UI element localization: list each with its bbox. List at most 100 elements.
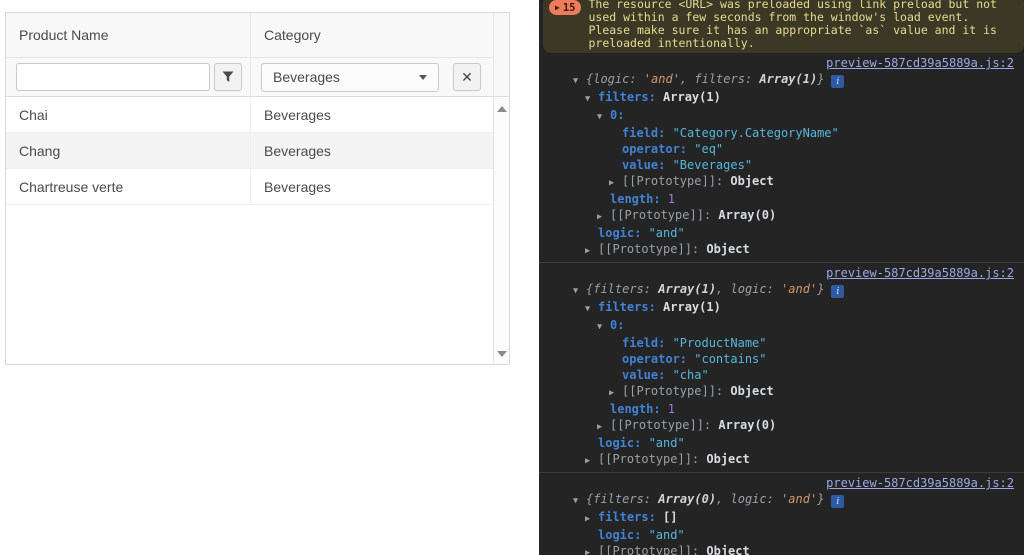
scroll-down-icon[interactable] [497, 351, 507, 357]
dropdown-caret-icon [419, 75, 427, 80]
filter-funnel-icon [222, 71, 234, 83]
expander-triangle-icon[interactable]: ▶ [585, 243, 598, 259]
console-tree-row: logic: "and" [539, 225, 1024, 241]
warning-count-badge[interactable]: ▶ 15 [549, 0, 581, 15]
product-filter-cell [6, 58, 250, 96]
devtools-console: ▶ 15 The resource <URL> was preloaded us… [539, 0, 1024, 555]
source-link[interactable]: preview-587cd39a5889a.js:2 [539, 55, 1024, 71]
expander-triangle-icon[interactable]: ▼ [573, 493, 586, 509]
console-tree-row: logic: "and" [539, 435, 1024, 451]
console-text: [[Prototype]]: [598, 452, 699, 466]
console-tree-row: logic: "and" [539, 527, 1024, 543]
console-tree-row: length: 1 [539, 401, 1024, 417]
console-text: "contains" [687, 352, 766, 366]
grid-body: ChaiBeveragesChangBeveragesChartreuse ve… [6, 97, 509, 364]
console-text: field: [622, 126, 665, 140]
expander-triangle-icon[interactable]: ▼ [585, 91, 598, 107]
console-object-preview: ▼{filters: Array(0), logic: 'and'}i [539, 491, 1024, 509]
info-icon[interactable]: i [831, 75, 844, 88]
console-tree-row: field: "ProductName" [539, 335, 1024, 351]
header-scrollbar-spacer [493, 13, 509, 96]
console-text: value: [622, 158, 665, 172]
scroll-up-icon[interactable] [497, 106, 507, 112]
console-text: filters: [598, 300, 656, 314]
expander-triangle-icon[interactable]: ▼ [573, 283, 586, 299]
console-text: {logic: [586, 72, 644, 86]
expander-triangle-icon[interactable]: ▶ [585, 545, 598, 555]
console-text: logic: [598, 226, 641, 240]
console-text: , logic: [716, 282, 781, 296]
console-text: Array(1) [658, 282, 716, 296]
clear-category-filter-button[interactable]: ✕ [453, 63, 481, 91]
expander-triangle-icon[interactable]: ▼ [597, 319, 610, 335]
console-text: "and" [641, 436, 684, 450]
console-object-preview: ▼{logic: 'and', filters: Array(1)}i [539, 71, 1024, 89]
console-text: 0: [610, 108, 624, 122]
category-cell: Beverages [250, 97, 493, 132]
console-text: Object [699, 452, 750, 466]
expander-triangle-icon[interactable]: ▶ [609, 385, 622, 401]
console-tree-row: ▶filters: [] [539, 509, 1024, 527]
console-tree-row: ▶[[Prototype]]: Object [539, 383, 1024, 401]
console-text: {filters: [586, 282, 658, 296]
console-tree-row: ▶[[Prototype]]: Object [539, 451, 1024, 469]
console-text: filters: [598, 510, 656, 524]
table-row[interactable]: ChangBeverages [6, 133, 493, 169]
console-text: } [817, 492, 824, 506]
column-header-product-name[interactable]: Product Name [6, 13, 250, 57]
console-tree-row: value: "Beverages" [539, 157, 1024, 173]
source-link[interactable]: preview-587cd39a5889a.js:2 [539, 475, 1024, 491]
console-tree-row: ▶[[Prototype]]: Object [539, 173, 1024, 191]
console-text: Object [723, 384, 774, 398]
console-text: Object [699, 242, 750, 256]
console-text: 0: [610, 318, 624, 332]
console-tree-row: length: 1 [539, 191, 1024, 207]
console-text: [[Prototype]]: [598, 544, 699, 555]
expander-triangle-icon[interactable]: ▶ [597, 419, 610, 435]
expander-triangle-icon[interactable]: ▼ [573, 73, 586, 89]
console-warning[interactable]: ▶ 15 The resource <URL> was preloaded us… [543, 0, 1024, 53]
console-tree-row: operator: "eq" [539, 141, 1024, 157]
expander-triangle-icon[interactable]: ▶ [585, 453, 598, 469]
table-row[interactable]: Chartreuse verteBeverages [6, 169, 493, 205]
console-tree-row: ▶[[Prototype]]: Array(0) [539, 417, 1024, 435]
console-text: length: [610, 402, 661, 416]
info-icon[interactable]: i [831, 495, 844, 508]
console-text: Array(0) [658, 492, 716, 506]
product-filter-button[interactable] [214, 63, 242, 91]
console-text: operator: [622, 352, 687, 366]
source-link[interactable]: preview-587cd39a5889a.js:2 [539, 265, 1024, 281]
console-text: 1 [661, 192, 675, 206]
console-text: Array(1) [759, 72, 817, 86]
grid-header: Product Name Category Beverages ✕ [6, 13, 509, 97]
console-entries: preview-587cd39a5889a.js:2▼{logic: 'and'… [539, 53, 1024, 555]
expander-triangle-icon[interactable]: ▶ [597, 209, 610, 225]
category-filter-cell: Beverages ✕ [250, 58, 509, 96]
info-icon[interactable]: i [831, 285, 844, 298]
expander-triangle-icon[interactable]: ▶ [585, 511, 598, 527]
expander-triangle-icon[interactable]: ▼ [585, 301, 598, 317]
expander-triangle-icon[interactable]: ▶ [609, 175, 622, 191]
category-filter-value: Beverages [273, 69, 340, 85]
console-text: filters: [598, 90, 656, 104]
console-text: [[Prototype]]: [622, 174, 723, 188]
console-text: Array(1) [656, 300, 721, 314]
table-row[interactable]: ChaiBeverages [6, 97, 493, 133]
product-filter-input[interactable] [16, 63, 210, 91]
expander-triangle-icon[interactable]: ▼ [597, 109, 610, 125]
product-cell: Chai [6, 97, 250, 132]
console-entry: preview-587cd39a5889a.js:2▼{logic: 'and'… [539, 53, 1024, 262]
column-header-category[interactable]: Category [250, 13, 509, 57]
console-tree-row: operator: "contains" [539, 351, 1024, 367]
console-text: Array(0) [711, 418, 776, 432]
console-text: logic: [598, 528, 641, 542]
vertical-scrollbar[interactable] [493, 97, 509, 364]
console-text: "eq" [687, 142, 723, 156]
console-text: [] [656, 510, 678, 524]
console-text: , filters: [680, 72, 759, 86]
warning-expander-icon: ▶ [555, 4, 560, 12]
products-grid: Product Name Category Beverages ✕ [5, 12, 510, 365]
console-text: , logic: [716, 492, 781, 506]
category-filter-dropdown[interactable]: Beverages [261, 63, 439, 92]
warning-count: 15 [563, 2, 576, 14]
